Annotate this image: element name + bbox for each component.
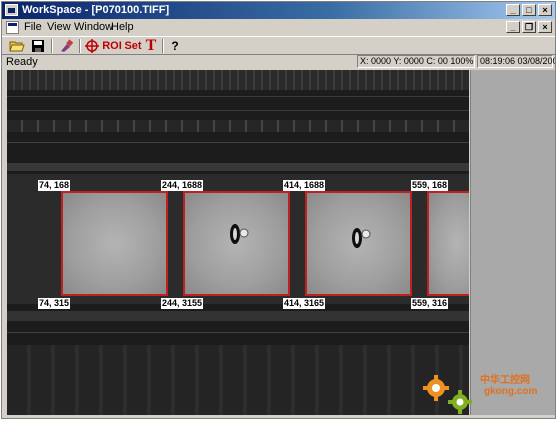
crosshair-icon[interactable] — [83, 38, 101, 54]
roi-bottom-label: 559, 316 — [411, 298, 449, 309]
watermark-cn-text: 中华工控网 — [480, 375, 530, 386]
image-texture — [7, 110, 469, 111]
help-icon[interactable]: ? — [168, 38, 182, 54]
roi-button[interactable]: ROI — [102, 38, 122, 54]
title-bar[interactable]: WorkSpace - [P070100.TIFF] _ □ × — [2, 2, 555, 19]
defect-mark — [352, 228, 371, 248]
image-texture — [7, 70, 469, 90]
toolbar-separator — [162, 39, 164, 53]
toolbar-separator — [79, 39, 81, 53]
text-tool-button[interactable]: T — [144, 37, 158, 54]
app-icon[interactable] — [5, 4, 18, 16]
image-texture — [7, 345, 469, 415]
roi-top-label: 414, 1688 — [283, 180, 326, 191]
menu-view[interactable]: View — [47, 21, 71, 33]
watermark-url-text: gkong.com — [484, 386, 538, 397]
roi-box[interactable] — [61, 191, 168, 296]
menu-window[interactable]: Window — [74, 21, 113, 33]
status-datetime: 08:19:06 03/08/2005 — [477, 55, 555, 68]
maximize-button[interactable]: □ — [522, 4, 536, 16]
roi-top-label: 74, 168 — [38, 180, 71, 191]
save-disk-icon[interactable] — [29, 38, 47, 54]
roi-bottom-label: 414, 3165 — [283, 298, 326, 309]
brush-icon[interactable] — [57, 38, 75, 54]
toolbar: ROI Set T ? — [2, 36, 555, 55]
roi-bottom-label: 74, 315 — [38, 298, 71, 309]
toolbar-separator — [51, 39, 53, 53]
doc-minimize-button[interactable]: _ — [506, 21, 520, 33]
document-controls: _ ❐ × — [504, 21, 552, 33]
defect-mark — [230, 224, 249, 244]
menu-file[interactable]: File — [24, 21, 42, 33]
image-texture — [7, 163, 469, 171]
menu-bar: File View Window Help _ ❐ × — [2, 19, 555, 36]
status-ready: Ready — [6, 56, 38, 68]
minimize-button[interactable]: _ — [506, 4, 520, 16]
window-controls: _ □ × — [504, 4, 552, 16]
app-window: WorkSpace - [P070100.TIFF] _ □ × File Vi… — [1, 1, 556, 419]
image-texture — [7, 311, 469, 321]
image-viewport[interactable]: 74, 168 244, 1688 414, 1688 559, 168 74,… — [7, 70, 469, 415]
roi-top-label: 244, 1688 — [161, 180, 204, 191]
window-title: WorkSpace - [P070100.TIFF] — [22, 4, 170, 16]
roi-box[interactable] — [427, 191, 469, 296]
image-texture — [7, 332, 469, 333]
doc-close-button[interactable]: × — [538, 21, 552, 33]
doc-restore-button[interactable]: ❐ — [522, 21, 536, 33]
image-texture — [7, 120, 469, 132]
menu-help[interactable]: Help — [111, 21, 134, 33]
status-bar: Ready X: 0000 Y: 0000 C: 00 100% 08:19:0… — [2, 55, 555, 69]
status-coordinates: X: 0000 Y: 0000 C: 00 100% — [357, 55, 475, 68]
close-button[interactable]: × — [538, 4, 552, 16]
open-folder-icon[interactable] — [8, 38, 26, 54]
side-panel — [470, 70, 555, 415]
image-texture — [7, 96, 469, 97]
roi-bottom-label: 244, 3155 — [161, 298, 204, 309]
set-button[interactable]: Set — [123, 38, 143, 54]
roi-top-label: 559, 168 — [411, 180, 449, 191]
image-texture — [7, 142, 469, 143]
document-icon[interactable] — [6, 21, 19, 34]
